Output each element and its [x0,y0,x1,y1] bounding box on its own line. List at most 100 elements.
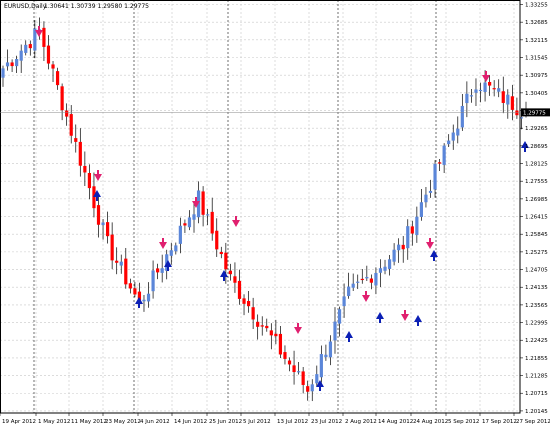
bull-candle [24,44,28,53]
bull-candle [447,140,451,145]
y-tick-label: 1.25275 [525,250,548,256]
bull-candle [460,105,464,128]
chart-window[interactable]: 1.33255 1.32685 1.32115 1.31545 1.30975 1.304… [0,0,550,425]
bear-candle [124,258,128,285]
bear-candle [242,298,246,304]
bear-candle [201,191,205,215]
bull-candle [469,95,474,97]
sell-signal-icon [94,170,102,181]
sell-signal-icon [482,71,490,82]
bull-candle [178,225,182,244]
plot-frame [0,0,521,414]
bull-candle [351,283,355,288]
sell-signal-icon [426,238,434,249]
bear-candle [246,300,251,307]
x-tick-label: 2 Aug 2012 [345,419,377,425]
bear-candle [65,110,69,117]
bull-candle [174,245,178,252]
x-tick-label: 14 Aug 2012 [378,419,413,425]
y-tick-label: 1.20145 [525,409,548,415]
bull-candle [392,249,396,262]
bear-candle [46,45,51,64]
bull-candle [442,145,446,165]
y-tick-label: 1.33255 [525,3,548,9]
x-tick-label: 13 Jul 2012 [277,419,308,425]
y-tick-label: 1.30975 [525,73,548,79]
y-tick-label: 1.32115 [525,38,548,44]
grid-layer [0,0,520,413]
bull-candle [5,62,10,67]
bear-candle [92,186,96,209]
x-tick-label: 23 May 2012 [105,419,141,425]
bear-candle [283,352,287,359]
bull-candle [324,354,328,358]
y-tick-label: 1.23565 [525,303,548,309]
x-tick-label: 1 May 2012 [38,419,70,425]
x-tick-label: 25 Jun 2012 [209,419,242,425]
bear-candle [183,223,187,226]
y-tick-label: 1.28125 [525,162,548,168]
buy-signal-icon [345,331,353,342]
bull-candle [428,190,433,193]
bull-candle [474,89,478,93]
bear-candle [28,44,32,49]
y-tick-label: 1.31545 [525,56,548,62]
bull-candle [1,68,5,78]
bear-candle [278,333,283,355]
sell-signal-icon [294,323,302,334]
bear-candle [115,260,119,263]
y-tick-label: 1.30405 [525,91,548,97]
bear-candle [256,321,260,327]
bear-candle [210,211,214,234]
price-chart[interactable]: 1.33255 1.32685 1.32115 1.31545 1.30975 1.304… [0,0,550,425]
bear-candle [265,325,269,329]
bear-candle [133,288,137,295]
bear-candle [215,230,219,250]
bear-candle [251,307,255,320]
bear-candle [106,222,110,237]
bear-candle [224,252,228,270]
bear-candle [237,280,242,299]
bull-candle [160,268,164,273]
bull-candle [497,88,501,92]
bull-candle [15,59,19,67]
y-tick-label: 1.20715 [525,391,548,397]
bear-candle [510,96,514,110]
bear-candle [228,270,232,275]
bull-candle [192,214,196,220]
bear-candle [69,114,73,136]
bull-candle [146,293,151,302]
bear-candle [51,64,55,69]
bear-candle [74,138,78,142]
bear-candle [410,226,414,234]
bull-candle [347,286,351,297]
bull-candle [342,296,346,307]
bear-candle [10,62,14,67]
bull-candle [451,132,455,141]
bear-candle [219,251,223,255]
sell-signal-icon [362,291,370,302]
y-tick-label: 1.27555 [525,179,548,185]
y-tick-label: 1.26415 [525,215,548,221]
y-tick-label: 1.24705 [525,268,548,274]
x-tick-label: 27 Sep 2012 [516,419,550,425]
sell-signal-icon [401,310,409,321]
bear-candle [360,278,364,281]
bear-candle [488,81,492,86]
bull-candle [337,309,342,324]
y-tick-label: 1.28695 [525,144,548,150]
bear-candle [301,371,305,385]
bear-candle [83,165,87,173]
bull-candle [387,259,392,269]
buy-signal-icon [376,312,384,323]
bull-candle [483,82,487,92]
bull-candle [406,226,410,249]
y-tick-label: 1.29265 [525,126,548,132]
x-tick-label: 14 Jun 2012 [174,419,207,425]
bull-candle [187,217,192,228]
bull-candle [315,374,319,384]
bear-candle [128,283,132,289]
bull-candle [478,89,483,92]
bull-candle [365,276,369,279]
bear-candle [233,276,237,283]
